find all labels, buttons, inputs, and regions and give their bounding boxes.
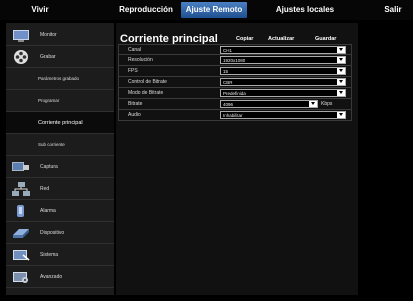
top-menu-bar: Vivir Reproducción Ajuste Remoto Ajustes… (0, 0, 413, 20)
bitrate-mode-label: Modo de Bitrate (128, 90, 164, 96)
sidebar-item-label: Dispositivo (40, 230, 65, 236)
sidebar-item-label: Captura (40, 164, 58, 170)
disk-icon (11, 225, 31, 241)
sidebar-item-record[interactable]: Grabar (6, 46, 114, 68)
bitrate-control-select[interactable]: CBR (220, 78, 346, 86)
chevron-down-icon[interactable] (309, 101, 317, 107)
form-row-resolution: Resolución 1920x1080 (118, 55, 352, 66)
sidebar-item-label: Alarma (40, 208, 56, 214)
sidebar-item-label: Grabar (40, 54, 56, 60)
sidebar-item-label: Monitor (40, 32, 57, 38)
sidebar-item-label: Parámetros grabado (38, 76, 80, 81)
sidebar-item-system[interactable]: Sistema (6, 244, 114, 266)
menu-live[interactable]: Vivir (20, 2, 60, 18)
copy-button[interactable]: Copiar (236, 34, 253, 44)
monitor-icon (11, 27, 31, 43)
sidebar-item-monitor[interactable]: Monitor (6, 24, 114, 46)
fps-select[interactable]: 15 (220, 67, 346, 75)
bitrate-value: 4096 (223, 102, 234, 107)
system-icon (11, 247, 31, 263)
form-row-channel: Canal CH1 (118, 44, 352, 55)
form-row-fps: FPS 15 (118, 66, 352, 77)
alarm-icon (11, 203, 31, 219)
sidebar-item-device[interactable]: Dispositivo (6, 222, 114, 244)
menu-exit[interactable]: Salir (380, 2, 406, 18)
sidebar-item-label: Corriente principal (38, 119, 83, 126)
film-reel-icon (11, 49, 31, 65)
sidebar-item-record-params[interactable]: Parámetros grabado (6, 68, 114, 90)
sidebar-item-main-stream[interactable]: Corriente principal (6, 112, 114, 134)
sidebar-item-label: Sistema (40, 252, 59, 258)
audio-label: Audio (128, 112, 141, 118)
sidebar-item-alarm[interactable]: Alarma (6, 200, 114, 222)
menu-playback[interactable]: Reproducción (108, 2, 184, 18)
bitrate-control-label: Control de Bitrate (128, 79, 167, 85)
camera-icon (11, 159, 31, 175)
sidebar-item-label: Avanzado (40, 274, 63, 280)
fps-label: FPS (128, 68, 138, 74)
bitrate-label: Bitrate (128, 101, 143, 107)
sidebar-item-capture[interactable]: Captura (6, 156, 114, 178)
chevron-down-icon[interactable] (337, 57, 345, 63)
form-row-bitrate-control: Control de Bitrate CBR (118, 77, 352, 88)
channel-label: Canal (128, 47, 142, 53)
form-row-audio: Audio Inhabilitar (118, 110, 352, 121)
chevron-down-icon[interactable] (337, 68, 345, 74)
menu-local-settings[interactable]: Ajustes locales (268, 2, 342, 18)
sidebar-item-sub-stream[interactable]: Sub corriente (6, 134, 114, 156)
bitrate-control-value: CBR (223, 80, 233, 85)
sidebar-item-schedule[interactable]: Programar (6, 90, 114, 112)
channel-value: CH1 (223, 48, 233, 53)
advanced-icon (11, 269, 31, 285)
menu-remote-settings[interactable]: Ajuste Remoto (181, 2, 247, 18)
sidebar-item-label: Red (40, 186, 50, 192)
bitrate-unit: Kbps (321, 101, 333, 107)
resolution-value: 1920x1080 (223, 58, 246, 63)
fps-value: 15 (223, 69, 229, 74)
channel-select[interactable]: CH1 (220, 46, 346, 54)
bitrate-mode-select[interactable]: Predefinida (220, 89, 346, 97)
bitrate-select[interactable]: 4096 (220, 100, 318, 108)
sidebar-item-network[interactable]: Red (6, 178, 114, 200)
bitrate-mode-value: Predefinida (223, 91, 246, 96)
refresh-button[interactable]: Actualizar (268, 34, 294, 44)
sidebar: Monitor Grabar Parámetros grabado Progra… (6, 23, 114, 295)
sidebar-item-advanced[interactable]: Avanzado (6, 266, 114, 288)
chevron-down-icon[interactable] (337, 112, 345, 118)
chevron-down-icon[interactable] (337, 47, 345, 53)
chevron-down-icon[interactable] (337, 79, 345, 85)
audio-value: Inhabilitar (223, 113, 243, 118)
network-icon (11, 181, 31, 197)
sidebar-item-label: Sub corriente (38, 142, 65, 147)
form-row-bitrate: Bitrate 4096 Kbps (118, 99, 352, 110)
audio-select[interactable]: Inhabilitar (220, 111, 346, 119)
chevron-down-icon[interactable] (337, 90, 345, 96)
resolution-select[interactable]: 1920x1080 (220, 56, 346, 64)
save-button[interactable]: Guardar (315, 34, 336, 44)
form-row-bitrate-mode: Modo de Bitrate Predefinida (118, 88, 352, 99)
resolution-label: Resolución (128, 57, 153, 63)
sidebar-item-label: Programar (38, 98, 60, 103)
